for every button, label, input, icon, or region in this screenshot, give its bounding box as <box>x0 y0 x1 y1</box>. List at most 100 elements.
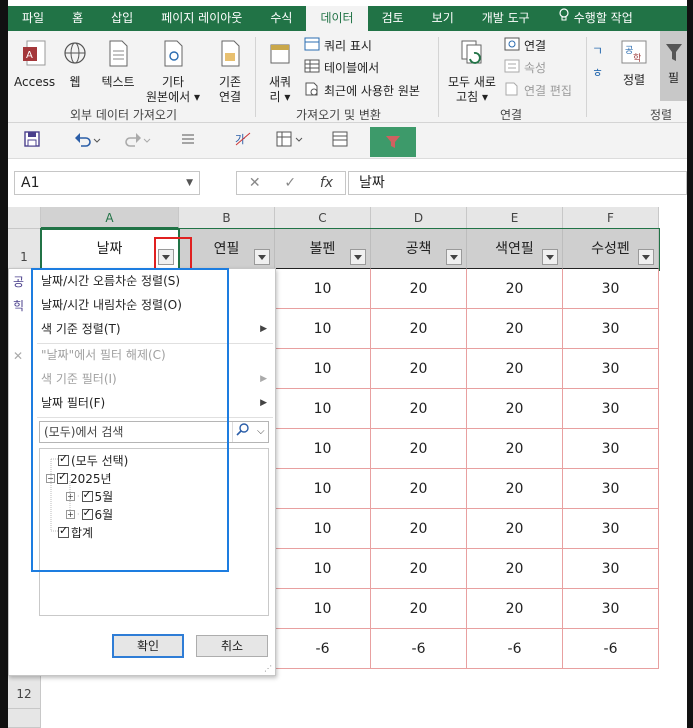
cell-marker[interactable]: 30 <box>563 309 659 349</box>
table-format-icon[interactable] <box>276 131 304 150</box>
column-header-f[interactable]: F <box>563 207 659 229</box>
menu-date-filters[interactable]: 날짜 필터(F) ▶ <box>9 391 275 415</box>
qat-filter-button[interactable] <box>370 127 416 157</box>
column-header-b[interactable]: B <box>179 207 275 229</box>
cell-marker[interactable]: 30 <box>563 469 659 509</box>
filter-button[interactable]: 필 <box>660 31 687 101</box>
tab-file[interactable]: 파일 <box>8 6 58 31</box>
column-header-a[interactable]: A <box>41 207 179 229</box>
cell-notebook[interactable]: 20 <box>371 589 467 629</box>
cell-notebook[interactable]: 20 <box>371 269 467 309</box>
get-from-other-sources-button[interactable]: 기타 원본에서 ▾ <box>144 39 202 105</box>
cell-colored-pencil[interactable]: 20 <box>467 549 563 589</box>
resize-grip-icon[interactable]: ⋰ <box>264 664 272 673</box>
filter-dropdown-button[interactable] <box>254 249 270 265</box>
cancel-icon[interactable]: ✕ <box>249 175 261 191</box>
cell-ballpen[interactable]: 10 <box>275 509 371 549</box>
menu-sort-descending[interactable]: 날짜/시간 내림차순 정렬(O) <box>9 293 275 317</box>
row-header-1[interactable]: 1 <box>8 229 41 269</box>
cell-marker[interactable]: 30 <box>563 349 659 389</box>
from-table-button[interactable]: 테이블에서 <box>304 59 379 76</box>
cell-ballpen[interactable]: -6 <box>275 629 371 669</box>
filter-dropdown-button[interactable] <box>638 249 654 265</box>
connections-button[interactable]: 연결 <box>504 37 546 54</box>
menu-sort-ascending[interactable]: 날짜/시간 오름차순 정렬(S) <box>9 269 275 293</box>
cell-colored-pencil[interactable]: 20 <box>467 309 563 349</box>
refresh-all-button[interactable]: 모두 새로 고침 ▾ <box>444 39 500 105</box>
header-cell-pencil[interactable]: 연필 <box>179 229 275 269</box>
column-header-e[interactable]: E <box>467 207 563 229</box>
filter-search-input[interactable]: (모두)에서 검색 ⌵ <box>39 421 269 443</box>
name-box[interactable]: A1 ▼ <box>14 171 200 195</box>
cell-ballpen[interactable]: 10 <box>275 349 371 389</box>
undo-icon[interactable] <box>74 131 102 150</box>
cell-ballpen[interactable]: 10 <box>275 429 371 469</box>
cell-notebook[interactable]: 20 <box>371 509 467 549</box>
tab-data[interactable]: 데이터 <box>306 6 368 31</box>
column-header-c[interactable]: C <box>275 207 371 229</box>
get-from-text-button[interactable]: 텍스트 <box>94 39 142 90</box>
tab-view[interactable]: 보기 <box>418 6 468 31</box>
cell-marker[interactable]: 30 <box>563 549 659 589</box>
tab-review[interactable]: 검토 <box>368 6 418 31</box>
menu-filter-by-color[interactable]: 색 기준 필터(I) ▶ <box>9 367 275 391</box>
cell-colored-pencil[interactable]: 20 <box>467 589 563 629</box>
cancel-button[interactable]: 취소 <box>196 635 268 657</box>
formula-input[interactable]: 날짜 <box>348 171 687 195</box>
ok-button[interactable]: 확인 <box>112 634 184 658</box>
existing-connections-button[interactable]: 기존 연결 <box>210 39 250 105</box>
sort-button[interactable]: 공학 정렬 <box>616 39 652 88</box>
filter-dropdown-button[interactable] <box>542 249 558 265</box>
cell-notebook[interactable]: 20 <box>371 389 467 429</box>
recent-sources-button[interactable]: 최근에 사용한 원본 <box>304 82 420 99</box>
cell-marker[interactable]: 30 <box>563 429 659 469</box>
cell-notebook[interactable]: -6 <box>371 629 467 669</box>
tab-page-layout[interactable]: 페이지 레이아웃 <box>147 6 256 31</box>
checkbox-checked-icon[interactable] <box>81 506 93 520</box>
sort-ga-icon[interactable]: 가 <box>234 131 252 150</box>
cell-colored-pencil[interactable]: 20 <box>467 349 563 389</box>
checkbox-checked-icon[interactable] <box>81 488 93 502</box>
chevron-down-icon[interactable]: ▼ <box>186 172 193 194</box>
tab-developer[interactable]: 개발 도구 <box>468 6 544 31</box>
cell-notebook[interactable]: 20 <box>371 429 467 469</box>
cell-ballpen[interactable]: 10 <box>275 389 371 429</box>
header-cell-notebook[interactable]: 공책 <box>371 229 467 269</box>
cell-colored-pencil[interactable]: 20 <box>467 469 563 509</box>
chevron-down-icon[interactable]: ⌵ <box>257 422 265 442</box>
align-icon[interactable] <box>180 131 196 150</box>
get-from-access-button[interactable]: A Access <box>14 39 55 90</box>
cell-ballpen[interactable]: 10 <box>275 269 371 309</box>
cell-marker[interactable]: 30 <box>563 269 659 309</box>
select-all-corner[interactable] <box>8 207 41 229</box>
save-icon[interactable] <box>24 131 40 150</box>
sort-az-button[interactable]: ㄱㅎ <box>592 41 608 85</box>
cell-notebook[interactable]: 20 <box>371 469 467 509</box>
show-queries-button[interactable]: 쿼리 표시 <box>304 37 372 54</box>
tell-me-box[interactable]: 수행할 작업 <box>544 6 647 31</box>
menu-sort-by-color[interactable]: 색 기준 정렬(T) ▶ <box>9 317 275 341</box>
cell-notebook[interactable]: 20 <box>371 309 467 349</box>
search-icon[interactable] <box>236 422 250 442</box>
filter-dropdown-button[interactable] <box>446 249 462 265</box>
insert-function-icon[interactable]: fx <box>320 175 333 191</box>
new-query-button[interactable]: 새쿼 리 ▾ <box>262 39 298 105</box>
redo-icon[interactable] <box>124 131 152 150</box>
cell-ballpen[interactable]: 10 <box>275 469 371 509</box>
tab-insert[interactable]: 삽입 <box>97 6 147 31</box>
cell-colored-pencil[interactable]: 20 <box>467 509 563 549</box>
header-cell-colored-pencil[interactable]: 색연필 <box>467 229 563 269</box>
edit-links-button[interactable]: 연결 편집 <box>504 82 572 99</box>
cell-marker[interactable]: 30 <box>563 509 659 549</box>
cell-colored-pencil[interactable]: 20 <box>467 269 563 309</box>
menu-clear-filter[interactable]: "날짜"에서 필터 해제(C) <box>9 343 275 367</box>
cell-colored-pencil[interactable]: 20 <box>467 389 563 429</box>
filter-dropdown-button[interactable] <box>350 249 366 265</box>
cell-notebook[interactable]: 20 <box>371 349 467 389</box>
confirm-icon[interactable]: ✓ <box>284 175 296 191</box>
get-from-web-button[interactable]: 웹 <box>60 39 90 90</box>
header-cell-ballpen[interactable]: 볼펜 <box>275 229 371 269</box>
header-cell-marker[interactable]: 수성펜 <box>563 229 659 269</box>
column-header-d[interactable]: D <box>371 207 467 229</box>
tab-formulas[interactable]: 수식 <box>256 6 306 31</box>
